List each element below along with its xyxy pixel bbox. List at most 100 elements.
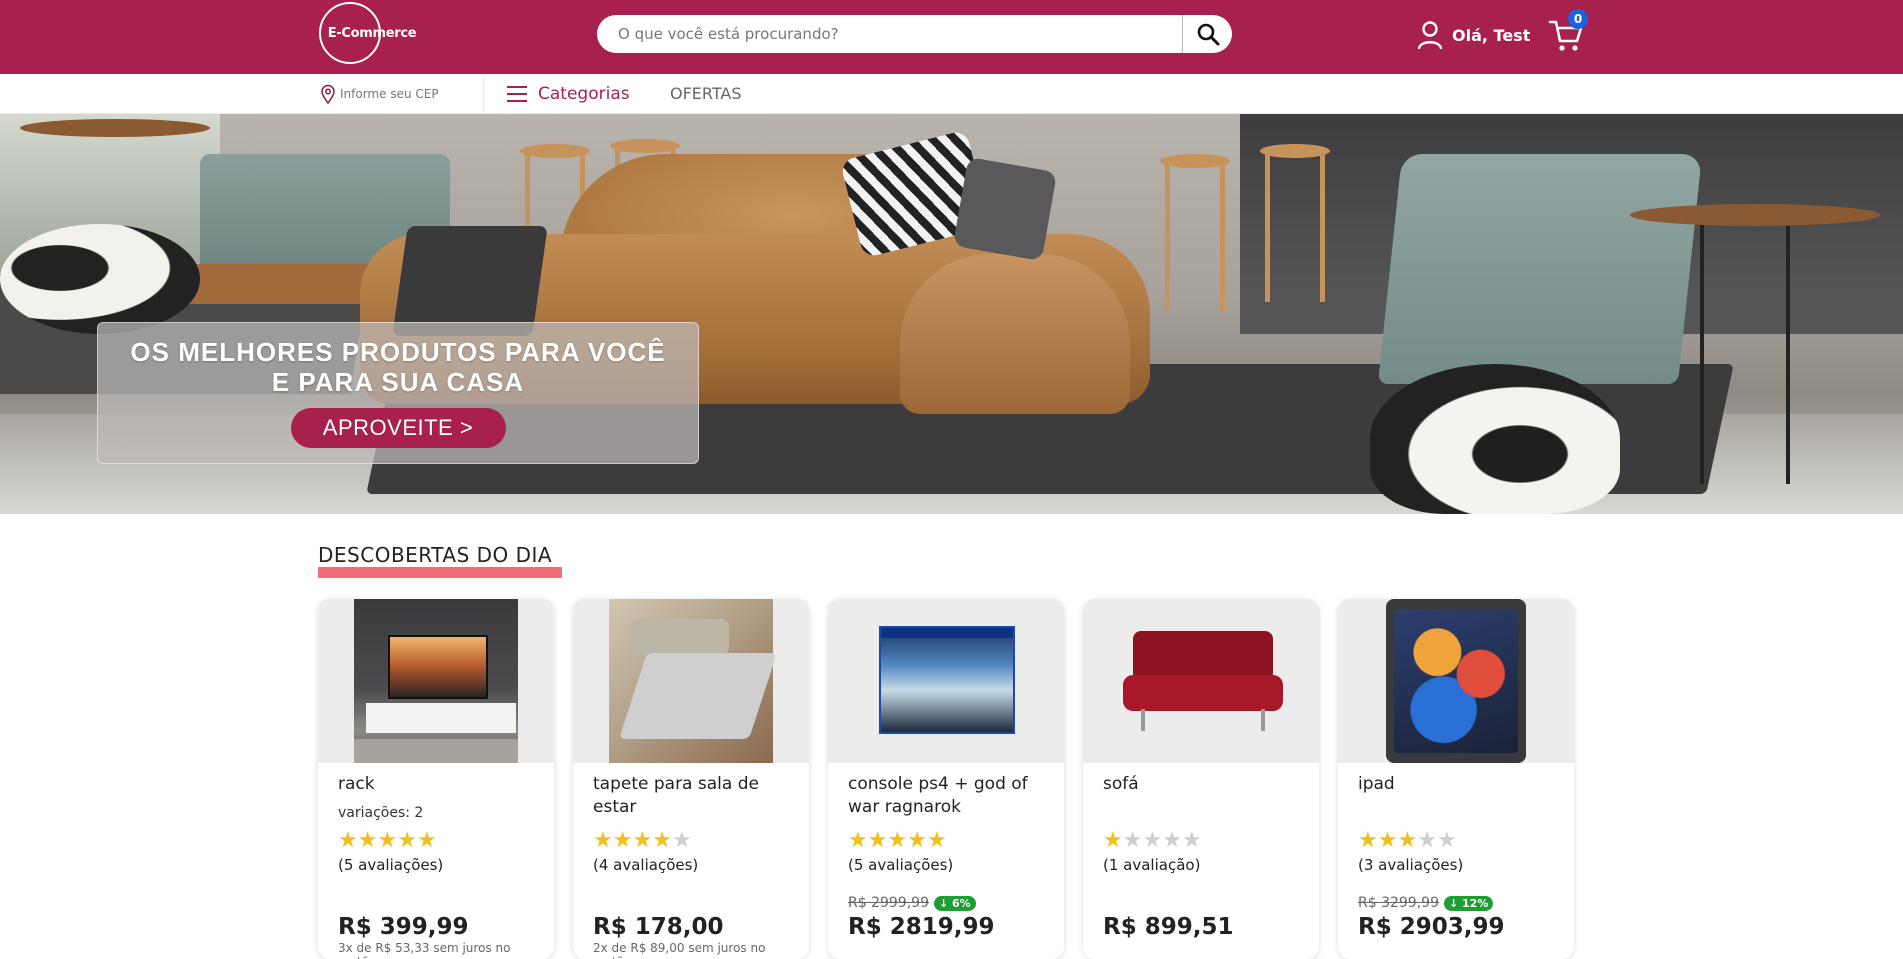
cep-button[interactable]: Informe seu CEP [320, 83, 439, 105]
discount-value: 12% [1462, 896, 1489, 910]
star-filled-icon: ★ [612, 828, 633, 853]
product-price: R$ 2819,99 [848, 914, 995, 940]
star-empty-icon: ★ [1162, 828, 1182, 853]
section-title-underline [318, 567, 562, 578]
product-price: R$ 399,99 [338, 914, 469, 940]
old-price-row [1103, 893, 1299, 913]
cart-count-badge: 0 [1568, 9, 1588, 29]
star-empty-icon: ★ [1436, 828, 1457, 853]
hamburger-menu-icon [507, 86, 527, 102]
product-image-area [1338, 599, 1574, 763]
rug-image [609, 599, 777, 763]
discount-value: 6% [952, 896, 971, 910]
star-filled-icon: ★ [1397, 828, 1418, 853]
top-header: E-Commerce Olá, Test 0 [0, 0, 1903, 74]
location-pin-icon [321, 84, 335, 104]
hero-sofa-arm [900, 254, 1130, 414]
categories-menu-button[interactable]: Categorias [506, 83, 630, 105]
section-title: DESCOBERTAS DO DIA [318, 543, 553, 567]
hero-armchair-right [1377, 154, 1703, 384]
product-card[interactable]: rack variações: 2 ★★★★★ (5 avaliações) R… [318, 599, 554, 959]
star-filled-icon: ★ [632, 828, 653, 853]
star-rating: ★★★★★ [338, 829, 534, 853]
old-price: R$ 2999,99 [848, 895, 929, 911]
search-icon [1197, 23, 1219, 46]
star-rating: ★★★★★ [1358, 829, 1554, 853]
review-count: (1 avaliação) [1103, 856, 1201, 874]
hero-pouf-left [0, 224, 200, 334]
product-variations: variações: 2 [338, 805, 424, 821]
product-name: console ps4 + god of war ragnarok [848, 774, 1028, 817]
star-filled-icon: ★ [1358, 828, 1378, 853]
product-price: R$ 178,00 [593, 914, 724, 940]
user-greeting: Olá, Test [1452, 25, 1531, 45]
product-grid: rack variações: 2 ★★★★★ (5 avaliações) R… [318, 599, 1574, 959]
offers-link[interactable]: OFERTAS [670, 83, 742, 105]
discount-badge: ↓ 12% [1443, 895, 1494, 911]
hero-stool-legs [1165, 162, 1225, 312]
search-button[interactable] [1182, 15, 1232, 53]
star-filled-icon: ★ [397, 828, 417, 853]
star-filled-icon: ★ [1103, 828, 1123, 853]
star-filled-icon: ★ [377, 828, 398, 853]
star-filled-icon: ★ [338, 828, 358, 853]
star-filled-icon: ★ [907, 828, 927, 853]
categories-label: Categorias [538, 84, 630, 104]
product-name: tapete para sala de estar [593, 774, 759, 817]
hero-promo-box: OS MELHORES PRODUTOS PARA VOCÊ E PARA SU… [97, 322, 699, 464]
review-count: (5 avaliações) [848, 856, 954, 874]
old-price-row [593, 893, 789, 913]
installments-text: 2x de R$ 89,00 sem juros no cartão [593, 941, 766, 959]
star-rating: ★★★★★ [593, 829, 789, 853]
product-card[interactable]: sofá ★★★★★ (1 avaliação) R$ 899,51 [1083, 599, 1319, 959]
hero-blanket [392, 226, 548, 336]
logo-text: E-Commerce [327, 25, 417, 41]
star-filled-icon: ★ [848, 828, 868, 853]
sub-navigation: Informe seu CEP Categorias OFERTAS [0, 74, 1903, 114]
star-empty-icon: ★ [1122, 828, 1143, 853]
old-price-row: R$ 2999,99 ↓ 6% [848, 893, 1044, 913]
search-input[interactable] [597, 15, 1182, 53]
product-card[interactable]: console ps4 + god of war ragnarok ★★★★★ … [828, 599, 1064, 959]
cart-button[interactable]: 0 [1548, 9, 1588, 54]
hero-cta-button[interactable]: APROVEITE > [290, 408, 506, 448]
product-card[interactable]: tapete para sala de estar ★★★★★ (4 avali… [573, 599, 809, 959]
cep-label: Informe seu CEP [340, 87, 439, 101]
product-image-area [573, 599, 809, 763]
user-icon [1417, 21, 1443, 50]
product-image-area [1083, 599, 1319, 763]
user-account-button[interactable]: Olá, Test [1416, 18, 1530, 52]
hero-pouf-right [1370, 364, 1620, 514]
star-filled-icon: ★ [593, 828, 613, 853]
review-count: (5 avaliações) [338, 856, 444, 874]
product-price: R$ 2903,99 [1358, 914, 1505, 940]
review-count: (3 avaliações) [1358, 856, 1464, 874]
star-filled-icon: ★ [357, 828, 378, 853]
discount-badge: ↓ 6% [933, 895, 976, 911]
old-price: R$ 3299,99 [1358, 895, 1439, 911]
star-rating: ★★★★★ [1103, 829, 1299, 853]
product-image-area [828, 599, 1064, 763]
tablet-image [1386, 599, 1526, 763]
product-name: ipad [1358, 774, 1395, 794]
star-empty-icon: ★ [1417, 828, 1437, 853]
tv-rack-image [354, 599, 518, 763]
sofa-image [1123, 629, 1283, 739]
star-empty-icon: ★ [671, 828, 692, 853]
game-console-box-image [879, 626, 1015, 734]
search-bar [597, 15, 1232, 53]
review-count: (4 avaliações) [593, 856, 699, 874]
store-logo[interactable]: E-Commerce [319, 2, 417, 64]
star-filled-icon: ★ [867, 828, 888, 853]
star-empty-icon: ★ [1181, 828, 1202, 853]
star-empty-icon: ★ [1142, 828, 1163, 853]
product-image-area [318, 599, 554, 763]
star-filled-icon: ★ [416, 828, 437, 853]
star-filled-icon: ★ [652, 828, 672, 853]
product-name: sofá [1103, 774, 1139, 794]
hero-title: OS MELHORES PRODUTOS PARA VOCÊ E PARA SU… [130, 337, 666, 397]
hero-stool-legs [1265, 152, 1325, 302]
subnav-divider [483, 76, 484, 112]
product-card[interactable]: ipad ★★★★★ (3 avaliações) R$ 3299,99 ↓ 1… [1338, 599, 1574, 959]
hero-side-table-right [1630, 204, 1880, 226]
